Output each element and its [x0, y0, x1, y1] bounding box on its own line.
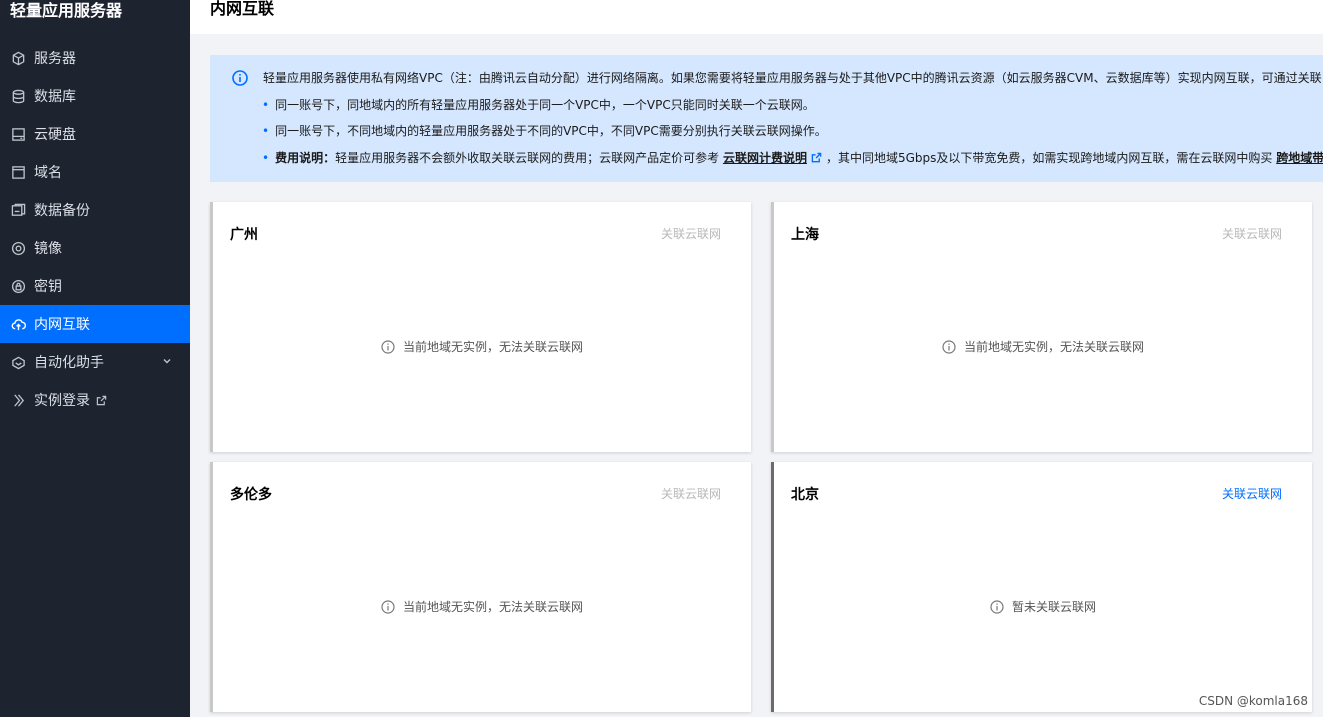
- sidebar-item-label: 镜像: [34, 241, 62, 257]
- fee-text: 轻量应用服务器不会额外收取关联云联网的费用；云联网产品定价可参考: [335, 151, 720, 165]
- sidebar: 轻量应用服务器 服务器 数据库 云硬盘 域名 数据备份 镜像 密钥 内网互联 自…: [0, 0, 190, 717]
- region-card-beijing: 北京 关联云联网 暂未关联云联网: [771, 462, 1312, 712]
- sidebar-nav: 服务器 数据库 云硬盘 域名 数据备份 镜像 密钥 内网互联 自动化助手 实例登…: [0, 39, 190, 419]
- region-name: 北京: [791, 487, 819, 503]
- empty-state: 暂未关联云联网: [774, 598, 1312, 615]
- image-icon: [10, 240, 26, 256]
- info-icon: [381, 340, 395, 354]
- info-icon: [990, 600, 1004, 614]
- info-icon: [942, 340, 956, 354]
- page-title: 内网互联: [210, 0, 275, 18]
- sidebar-item-servers[interactable]: 服务器: [0, 39, 190, 77]
- ccn-billing-link[interactable]: 云联网计费说明: [723, 151, 807, 165]
- sidebar-item-keys[interactable]: 密钥: [0, 267, 190, 305]
- automation-icon: [10, 354, 26, 370]
- banner-bullet-text: 同一账号下，同地域内的所有轻量应用服务器处于同一个VPC中，一个VPC只能同时关…: [275, 98, 815, 112]
- banner-intro: 轻量应用服务器使用私有网络VPC（注：由腾讯云自动分配）进行网络隔离。如果您需要…: [263, 71, 1322, 85]
- cross-region-bandwidth-link[interactable]: 跨地域带宽: [1276, 151, 1323, 165]
- disk-icon: [10, 126, 26, 142]
- sidebar-item-label: 实例登录: [34, 393, 90, 409]
- sidebar-item-intranet[interactable]: 内网互联: [0, 305, 190, 343]
- associate-ccn-button[interactable]: 关联云联网: [1222, 485, 1282, 502]
- banner-bullet-fees: 费用说明：轻量应用服务器不会额外收取关联云联网的费用；云联网产品定价可参考 云联…: [262, 150, 1323, 166]
- external-link-icon: [811, 152, 822, 163]
- info-icon: [232, 70, 248, 86]
- sidebar-item-cloud-disk[interactable]: 云硬盘: [0, 115, 190, 153]
- sidebar-item-automation[interactable]: 自动化助手: [0, 343, 190, 381]
- sidebar-item-label: 云硬盘: [34, 127, 76, 143]
- region-card-toronto: 多伦多 关联云联网 当前地域无实例，无法关联云联网: [210, 462, 751, 712]
- region-name: 多伦多: [230, 487, 272, 503]
- sidebar-item-label: 内网互联: [34, 317, 90, 333]
- empty-message: 暂未关联云联网: [1011, 600, 1096, 614]
- sidebar-item-image[interactable]: 镜像: [0, 229, 190, 267]
- sidebar-item-label: 自动化助手: [34, 355, 104, 371]
- banner-bullet: 同一账号下，同地域内的所有轻量应用服务器处于同一个VPC中，一个VPC只能同时关…: [262, 97, 815, 113]
- associate-ccn-button[interactable]: 关联云联网: [661, 485, 721, 502]
- banner-bullet: 同一账号下，不同地域内的轻量应用服务器处于不同的VPC中，不同VPC需要分别执行…: [262, 123, 827, 139]
- region-name: 上海: [791, 227, 819, 243]
- info-icon: [381, 600, 395, 614]
- empty-message: 当前地域无实例，无法关联云联网: [402, 600, 583, 614]
- cloud-link-icon: [10, 316, 26, 332]
- backup-icon: [10, 202, 26, 218]
- sidebar-item-domain[interactable]: 域名: [0, 153, 190, 191]
- sidebar-item-label: 数据备份: [34, 203, 90, 219]
- empty-message: 当前地域无实例，无法关联云联网: [402, 340, 583, 354]
- associate-ccn-button[interactable]: 关联云联网: [1222, 225, 1282, 242]
- sidebar-item-label: 域名: [34, 165, 62, 181]
- sidebar-item-label: 数据库: [34, 89, 76, 105]
- key-icon: [10, 278, 26, 294]
- watermark: CSDN @komla168: [1198, 694, 1308, 708]
- cube-icon: [10, 50, 26, 66]
- fee-text-2: ，其中同地域5Gbps及以下带宽免费，如需实现跨地域内网互联，需在云联网中购买: [825, 151, 1273, 165]
- empty-state: 当前地域无实例，无法关联云联网: [213, 598, 751, 615]
- sidebar-item-label: 服务器: [34, 51, 76, 67]
- empty-state: 当前地域无实例，无法关联云联网: [213, 338, 751, 355]
- domain-icon: [10, 164, 26, 180]
- region-card-guangzhou: 广州 关联云联网 当前地域无实例，无法关联云联网: [210, 202, 751, 452]
- app-title: 轻量应用服务器: [10, 1, 123, 20]
- sidebar-item-backup[interactable]: 数据备份: [0, 191, 190, 229]
- empty-message: 当前地域无实例，无法关联云联网: [963, 340, 1144, 354]
- region-name: 广州: [230, 227, 258, 243]
- sidebar-item-instance-login[interactable]: 实例登录: [0, 381, 190, 419]
- chevron-down-icon: [163, 359, 171, 364]
- database-icon: [10, 88, 26, 104]
- banner-bullet-text: 同一账号下，不同地域内的轻量应用服务器处于不同的VPC中，不同VPC需要分别执行…: [275, 124, 827, 138]
- info-banner: 轻量应用服务器使用私有网络VPC（注：由腾讯云自动分配）进行网络隔离。如果您需要…: [210, 55, 1323, 182]
- external-link-icon: [96, 395, 107, 406]
- page-header: 内网互联: [190, 0, 1323, 34]
- fee-label: 费用说明：: [275, 151, 336, 165]
- login-icon: [10, 392, 26, 408]
- sidebar-item-label: 密钥: [34, 279, 62, 295]
- sidebar-item-database[interactable]: 数据库: [0, 77, 190, 115]
- empty-state: 当前地域无实例，无法关联云联网: [774, 338, 1312, 355]
- region-card-shanghai: 上海 关联云联网 当前地域无实例，无法关联云联网: [771, 202, 1312, 452]
- associate-ccn-button[interactable]: 关联云联网: [661, 225, 721, 242]
